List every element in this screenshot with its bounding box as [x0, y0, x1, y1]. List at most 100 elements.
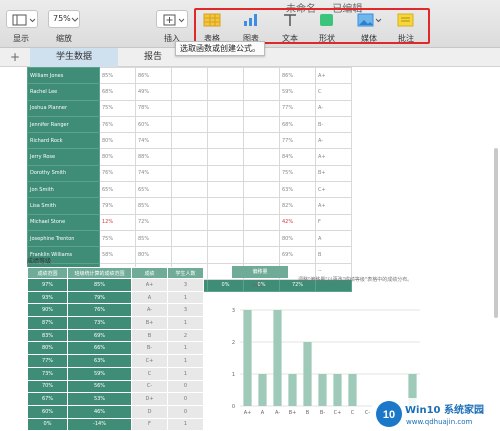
score-cell[interactable]	[207, 181, 244, 199]
score-cell[interactable]: 58%	[99, 246, 136, 264]
grade-cell[interactable]: B	[131, 328, 168, 343]
final-cell[interactable]: 75%	[279, 164, 316, 183]
final-cell[interactable]: 82%	[279, 197, 316, 215]
grade-cell[interactable]: C	[315, 83, 352, 101]
grade-cell[interactable]: 97%	[27, 278, 68, 292]
grade-cell[interactable]: C+	[131, 354, 168, 368]
score-cell[interactable]: 74%	[135, 132, 172, 150]
score-cell[interactable]	[171, 213, 208, 231]
grade-cell[interactable]: 90%	[27, 303, 68, 318]
grade-cell[interactable]: C+	[315, 181, 352, 199]
table-row[interactable]: Lisa Smith 79% 85% 82% A+	[27, 197, 352, 215]
score-cell[interactable]: 86%	[135, 66, 172, 85]
grade-row[interactable]: 90% 76% A- 3	[27, 303, 204, 318]
table-row[interactable]: Dorothy Smith 76% 74% 75% B+	[27, 164, 352, 183]
score-cell[interactable]: 79%	[99, 197, 136, 215]
score-cell[interactable]: 72%	[135, 213, 172, 231]
grade-cell[interactable]: 73%	[27, 366, 68, 381]
student-name-cell[interactable]: Michael Stone	[27, 213, 100, 231]
grade-row[interactable]: 0% -14% F 1	[27, 417, 204, 431]
zoom-select[interactable]: 75%	[48, 10, 80, 28]
score-cell[interactable]	[207, 115, 244, 134]
score-cell[interactable]	[243, 115, 280, 134]
student-name-cell[interactable]: Joshua Planner	[27, 99, 100, 117]
grade-cell[interactable]: A+	[315, 66, 352, 85]
table-row[interactable]: Richard Rock 80% 74% 77% A-	[27, 132, 352, 150]
score-cell[interactable]: 74%	[135, 164, 172, 183]
grade-cell[interactable]: 56%	[67, 379, 132, 394]
grade-cell[interactable]: 1	[167, 316, 204, 330]
final-cell[interactable]: 77%	[279, 99, 316, 117]
final-cell[interactable]: 80%	[279, 229, 316, 248]
score-cell[interactable]	[171, 197, 208, 215]
grade-cell[interactable]: 3	[167, 278, 204, 292]
grade-cell[interactable]: 85%	[67, 278, 132, 292]
grade-cell[interactable]: 93%	[27, 290, 68, 305]
score-cell[interactable]	[207, 164, 244, 183]
score-cell[interactable]: 88%	[135, 148, 172, 166]
grade-row[interactable]: 80% 66% B- 1	[27, 341, 204, 356]
grade-cell[interactable]: A+	[315, 148, 352, 166]
final-cell[interactable]: 59%	[279, 83, 316, 101]
grade-cell[interactable]: C	[131, 366, 168, 381]
add-sheet-button[interactable]: +	[0, 48, 30, 67]
score-cell[interactable]	[171, 83, 208, 101]
grade-cell[interactable]: 79%	[67, 290, 132, 305]
grade-cell[interactable]: A+	[315, 197, 352, 215]
score-cell[interactable]: 78%	[135, 99, 172, 117]
score-cell[interactable]	[207, 66, 244, 85]
grade-cell[interactable]: 69%	[67, 328, 132, 343]
score-cell[interactable]: 76%	[99, 115, 136, 134]
table-row[interactable]: William Jones 85% 86% 86% A+	[27, 66, 352, 85]
score-cell[interactable]: 65%	[99, 181, 136, 199]
score-cell[interactable]	[207, 99, 244, 117]
score-cell[interactable]	[171, 181, 208, 199]
view-button[interactable]	[6, 10, 38, 28]
score-cell[interactable]	[207, 83, 244, 101]
grade-cell[interactable]: A	[315, 229, 352, 248]
student-name-cell[interactable]: Jennifer Ranger	[27, 115, 100, 134]
score-cell[interactable]: 85%	[99, 66, 136, 85]
grade-cell[interactable]: 60%	[27, 404, 68, 419]
score-cell[interactable]	[171, 99, 208, 117]
score-cell[interactable]	[171, 148, 208, 166]
score-cell[interactable]: 75%	[99, 229, 136, 248]
grade-row[interactable]: 70% 56% C- 0	[27, 379, 204, 394]
grade-cell[interactable]: 46%	[67, 404, 132, 419]
grade-cell[interactable]: 83%	[27, 328, 68, 343]
score-cell[interactable]	[243, 66, 280, 85]
score-cell[interactable]	[171, 246, 208, 264]
score-cell[interactable]	[243, 164, 280, 183]
grade-cell[interactable]: 70%	[27, 379, 68, 394]
grade-cell[interactable]: 87%	[27, 316, 68, 330]
grade-cell[interactable]: A-	[131, 303, 168, 318]
grade-cell[interactable]: A	[131, 290, 168, 305]
student-name-cell[interactable]: William Jones	[27, 66, 100, 85]
score-cell[interactable]	[243, 148, 280, 166]
grade-cell[interactable]: -14%	[67, 417, 132, 431]
chart-bar[interactable]	[333, 374, 342, 406]
grade-cell[interactable]: 0	[167, 392, 204, 406]
score-cell[interactable]	[243, 213, 280, 231]
final-cell[interactable]: 84%	[279, 148, 316, 166]
grade-cell[interactable]: F	[315, 213, 352, 231]
table-row[interactable]: Jennifer Ranger 76% 60% 68% B-	[27, 115, 352, 134]
grade-cell[interactable]: 1	[167, 354, 204, 368]
average-cell[interactable]: 0%	[207, 278, 244, 292]
grade-cell[interactable]: 2	[167, 328, 204, 343]
grade-cell[interactable]: 66%	[67, 341, 132, 356]
score-cell[interactable]	[207, 246, 244, 264]
score-cell[interactable]: 49%	[135, 83, 172, 101]
student-name-cell[interactable]: Jon Smith	[27, 181, 100, 199]
score-cell[interactable]: 12%	[99, 213, 136, 231]
grade-cell[interactable]: 0	[167, 379, 204, 394]
score-cell[interactable]: 68%	[99, 83, 136, 101]
insert-button[interactable]	[156, 10, 188, 28]
vertical-scrollbar[interactable]	[494, 148, 498, 318]
chart-bar[interactable]	[318, 374, 327, 406]
grade-cell[interactable]: F	[131, 417, 168, 431]
final-cell[interactable]: 69%	[279, 246, 316, 264]
score-cell[interactable]	[243, 197, 280, 215]
grade-cell[interactable]: A-	[315, 99, 352, 117]
grade-cell[interactable]: B-	[131, 341, 168, 356]
